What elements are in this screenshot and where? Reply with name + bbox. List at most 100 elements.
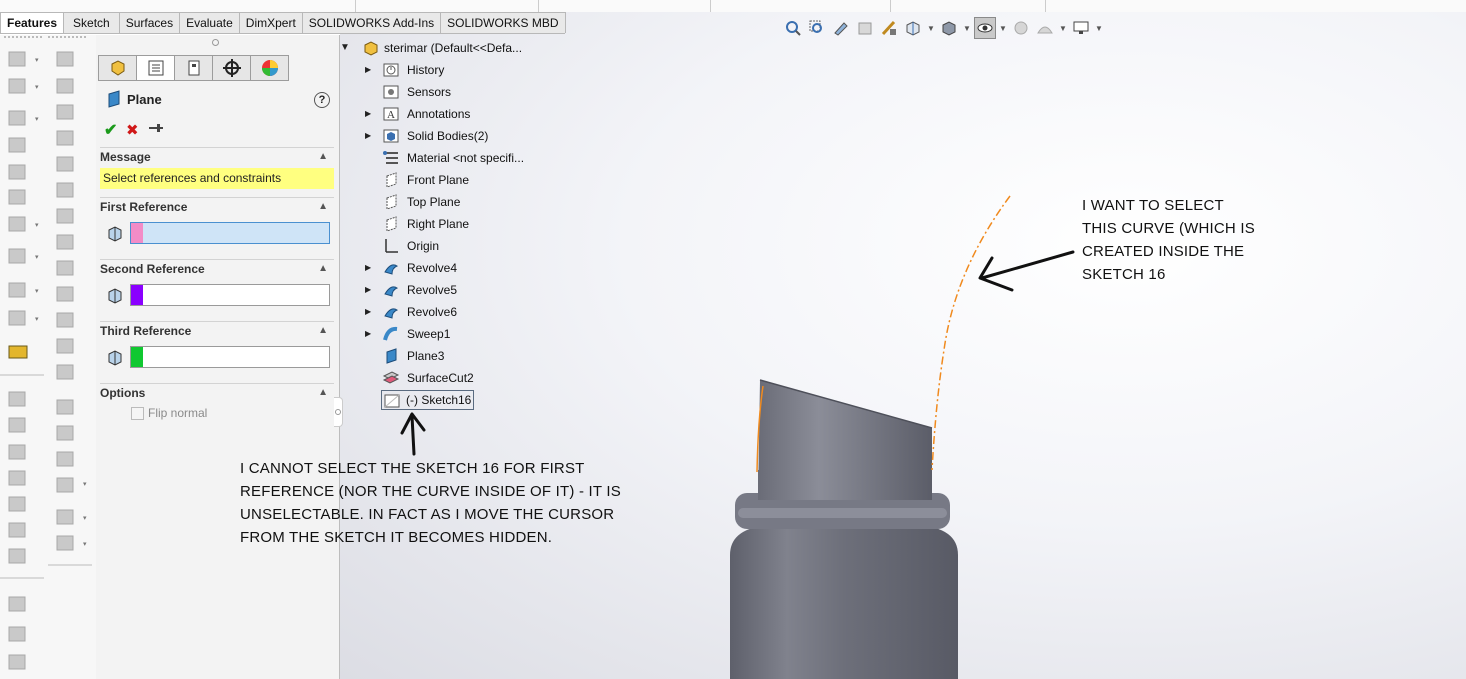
edit-appearance-icon[interactable] <box>1010 17 1032 39</box>
section-view-icon[interactable] <box>854 17 876 39</box>
origin-icon <box>382 238 400 254</box>
expand-arrow-icon[interactable]: ▶ <box>365 302 375 322</box>
tree-item-label: SurfaceCut2 <box>407 371 474 385</box>
panel-collapse-handle[interactable] <box>334 397 343 427</box>
chevron-down-icon[interactable]: ▼ <box>1094 24 1104 33</box>
plane-feature-icon <box>106 90 122 108</box>
apply-scene-icon[interactable] <box>1034 17 1056 39</box>
graphics-viewport[interactable] <box>340 12 1466 679</box>
hide-show-items-icon[interactable] <box>974 17 996 39</box>
options-header[interactable]: Options ▲ <box>100 383 334 402</box>
message-section-header[interactable]: Message ▲ <box>100 147 334 166</box>
svg-text:▾: ▾ <box>83 541 87 548</box>
svg-text:▾: ▾ <box>35 57 39 64</box>
chevron-down-icon[interactable]: ▼ <box>1058 24 1068 33</box>
view-orientation-icon[interactable] <box>902 17 924 39</box>
tree-item-label: Revolve5 <box>407 283 458 297</box>
chevron-down-icon[interactable]: ▼ <box>926 24 936 33</box>
tab-features[interactable]: Features <box>0 12 65 33</box>
chevron-up-icon[interactable]: ▲ <box>318 148 328 166</box>
chevron-down-icon[interactable]: ▼ <box>962 24 972 33</box>
command-icons[interactable]: ▾ ▾ ▾ ▾ ▾ ▾ ▾ ▾ ▾ ▾ <box>0 35 96 679</box>
right-annotation-note: I WANT TO SELECT THIS CURVE (WHICH IS CR… <box>1082 194 1255 286</box>
first-reference-field[interactable] <box>130 222 330 244</box>
expand-arrow-icon[interactable]: ▶ <box>365 104 375 124</box>
flip-normal-label: Flip normal <box>148 406 208 420</box>
zoom-to-area-icon[interactable] <box>806 17 828 39</box>
tree-item-label: Plane3 <box>407 349 445 363</box>
display-style-icon[interactable] <box>938 17 960 39</box>
chevron-down-icon[interactable]: ▼ <box>998 24 1008 33</box>
dynamic-annotation-icon[interactable] <box>878 17 900 39</box>
previous-view-icon[interactable] <box>830 17 852 39</box>
tree-item-label: Top Plane <box>407 195 461 209</box>
tab-dimxpert[interactable]: DimXpert <box>238 12 303 33</box>
feature-manager-tab[interactable] <box>98 55 137 81</box>
note-line: REFERENCE (NOR THE CURVE INSIDE OF IT) -… <box>240 483 621 500</box>
second-reference-header[interactable]: Second Reference ▲ <box>100 259 334 278</box>
tab-evaluate[interactable]: Evaluate <box>179 12 240 33</box>
help-icon[interactable]: ? <box>314 92 330 108</box>
page-title: Plane <box>127 92 162 107</box>
note-line: SKETCH 16 <box>1082 266 1166 283</box>
collapse-arrow-icon[interactable]: ▼ <box>340 38 350 58</box>
tree-item-label: Origin <box>407 239 440 253</box>
options-label: Options <box>100 386 146 400</box>
svg-text:▾: ▾ <box>35 288 39 295</box>
third-reference-label: Third Reference <box>100 324 192 338</box>
chevron-up-icon[interactable]: ▲ <box>318 260 328 278</box>
flip-normal-checkbox[interactable] <box>131 407 144 420</box>
svg-text:▾: ▾ <box>35 116 39 123</box>
tree-item-label: History <box>407 63 445 77</box>
display-manager-tab[interactable] <box>250 55 289 81</box>
svg-text:▾: ▾ <box>35 222 39 229</box>
ok-button[interactable]: ✔ <box>104 120 117 140</box>
svg-text:▾: ▾ <box>83 515 87 522</box>
expand-arrow-icon[interactable]: ▶ <box>365 324 375 344</box>
expand-arrow-icon[interactable]: ▶ <box>365 126 375 146</box>
tree-item-label: Annotations <box>407 107 471 121</box>
property-manager-tab[interactable] <box>136 55 175 81</box>
tab-solidworks-addins[interactable]: SOLIDWORKS Add-Ins <box>301 12 442 33</box>
svg-text:A: A <box>387 109 395 121</box>
pin-icon[interactable] <box>149 122 163 134</box>
tree-item-label: Sensors <box>407 85 452 99</box>
note-line: THIS CURVE (WHICH IS <box>1082 220 1255 237</box>
tab-solidworks-mbd[interactable]: SOLIDWORKS MBD <box>440 12 566 33</box>
plane-icon <box>382 194 400 210</box>
third-reference-header[interactable]: Third Reference ▲ <box>100 321 334 340</box>
tree-item-label: Front Plane <box>407 173 470 187</box>
svg-text:▾: ▾ <box>83 481 87 488</box>
history-icon <box>382 62 400 78</box>
tab-sketch[interactable]: Sketch <box>63 12 120 33</box>
chevron-up-icon[interactable]: ▲ <box>318 384 328 402</box>
tree-item-sketch16[interactable]: (-) Sketch16 <box>381 390 475 410</box>
second-reference-field[interactable] <box>130 284 330 306</box>
expand-arrow-icon[interactable]: ▶ <box>365 280 375 300</box>
tab-surfaces[interactable]: Surfaces <box>118 12 181 33</box>
second-reference-label: Second Reference <box>100 262 205 276</box>
note-line: CREATED INSIDE THE <box>1082 243 1245 260</box>
sketch-icon <box>383 393 401 409</box>
manager-tabs <box>98 55 289 81</box>
dimxpert-manager-tab[interactable] <box>212 55 251 81</box>
tree-root-label: sterimar (Default<<Defa... <box>384 41 523 55</box>
first-reference-header[interactable]: First Reference ▲ <box>100 197 334 216</box>
configuration-manager-tab[interactable] <box>174 55 213 81</box>
plane-icon <box>382 216 400 232</box>
tree-item-label: Material <not specifi... <box>407 151 525 165</box>
third-reference-field[interactable] <box>130 346 330 368</box>
cancel-button[interactable]: ✖ <box>126 121 139 139</box>
tree-item-label: Solid Bodies(2) <box>407 129 489 143</box>
chevron-up-icon[interactable]: ▲ <box>318 198 328 216</box>
expand-arrow-icon[interactable]: ▶ <box>365 60 375 80</box>
chevron-up-icon[interactable]: ▲ <box>318 322 328 340</box>
view-settings-icon[interactable] <box>1070 17 1092 39</box>
revolve-icon <box>382 260 400 276</box>
panel-grip-icon[interactable] <box>212 39 219 46</box>
expand-arrow-icon[interactable]: ▶ <box>365 258 375 278</box>
reference-entity-icon <box>106 349 124 367</box>
zoom-to-fit-icon[interactable] <box>782 17 804 39</box>
third-reference-color-swatch <box>131 347 143 367</box>
tree-item-label: Sweep1 <box>407 327 451 341</box>
